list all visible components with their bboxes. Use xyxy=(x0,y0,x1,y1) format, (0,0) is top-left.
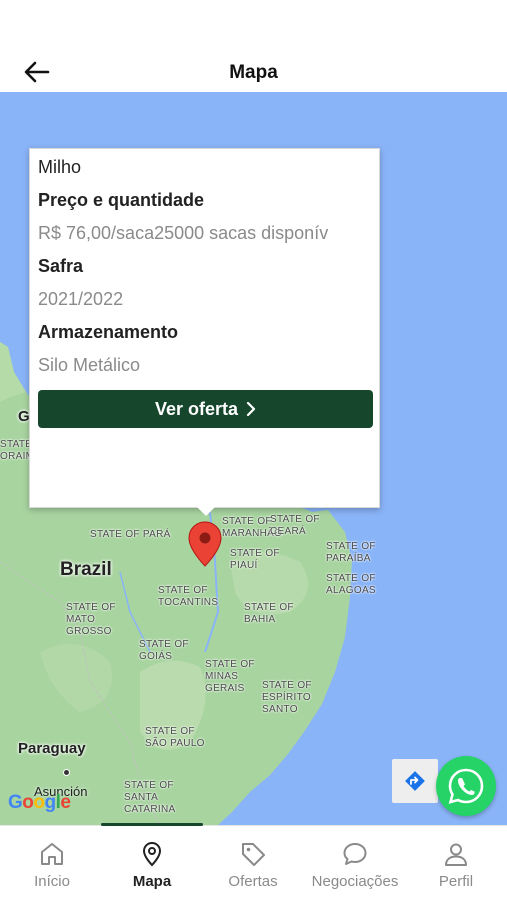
state-label-ceara: STATE OF CEARÁ xyxy=(270,514,320,537)
state-label-alagoas: STATE OF ALAGOAS xyxy=(326,573,376,596)
chevron-right-icon xyxy=(246,402,256,416)
product-name: Milho xyxy=(38,157,82,177)
state-label-paraiba: STATE OF PARAÍBA xyxy=(326,541,376,564)
storage-value: Silo Metálico xyxy=(38,355,141,375)
harvest-heading: Safra xyxy=(38,256,84,276)
tag-icon xyxy=(242,843,265,866)
tab-home[interactable]: Início xyxy=(2,840,102,890)
view-offer-label: Ver oferta xyxy=(154,398,239,419)
directions-button[interactable] xyxy=(392,759,438,803)
state-label-minas-gerais: STATE OF MINAS GERAIS xyxy=(205,659,255,694)
city-dot xyxy=(63,769,70,776)
tab-profile-label: Perfil xyxy=(438,873,474,890)
state-label-tocantins: STATE OF TOCANTINS xyxy=(158,585,219,608)
view-offer-button[interactable]: Ver oferta xyxy=(38,390,373,428)
country-label-brazil: Brazil xyxy=(60,559,112,580)
price-heading: Preço e quantidade xyxy=(38,190,205,210)
user-icon xyxy=(445,843,467,866)
whatsapp-icon xyxy=(448,768,484,804)
directions-icon xyxy=(405,771,425,791)
state-label-goias: STATE OF GOIÁS xyxy=(139,639,189,662)
active-tab-indicator xyxy=(101,823,203,826)
page-title: Mapa xyxy=(229,62,278,83)
tab-map-label: Mapa xyxy=(132,873,172,890)
country-label-partial: G xyxy=(18,408,30,425)
storage-heading: Armazenamento xyxy=(38,322,179,342)
tab-profile[interactable]: Perfil xyxy=(406,840,506,890)
map-pin-icon xyxy=(142,841,162,867)
state-label-espirito-santo: STATE OF ESPÍRITO SANTO xyxy=(262,680,312,715)
state-label-piaui: STATE OF PIAUÍ xyxy=(230,548,280,571)
state-label-para: STATE OF PARÁ xyxy=(90,529,171,540)
tab-offers-label: Ofertas xyxy=(228,873,278,890)
tab-home-label: Início xyxy=(34,873,70,890)
price-value: R$ 76,00/saca25000 sacas disponív xyxy=(38,223,329,243)
state-label-mato-grosso: STATE OF MATO GROSSO xyxy=(66,602,116,637)
bottom-tab-bar: Início Mapa Ofertas Negociações Perfil xyxy=(0,823,507,900)
location-pin-icon[interactable] xyxy=(188,521,222,567)
tab-negotiations[interactable]: Negociações xyxy=(305,840,405,890)
offer-popup: Milho Preço e quantidade R$ 76,00/saca25… xyxy=(29,148,380,516)
map-view[interactable]: STATE ORAIM G STATE OF PARÁ STATE OF MAR… xyxy=(0,92,507,825)
state-label-sao-paulo: STATE OF SÃO PAULO xyxy=(145,726,205,749)
whatsapp-button[interactable] xyxy=(436,756,496,816)
tab-map[interactable]: Mapa xyxy=(102,840,202,890)
state-label-santa-catarina: STATE OF SANTA CATARINA xyxy=(124,780,176,815)
home-icon xyxy=(41,843,63,865)
chat-icon xyxy=(343,843,367,865)
google-attribution: Google xyxy=(8,792,71,813)
country-label-paraguay: Paraguay xyxy=(18,740,86,757)
popup-tail xyxy=(197,507,215,516)
harvest-value: 2021/2022 xyxy=(38,289,124,309)
state-label-bahia: STATE OF BAHIA xyxy=(244,602,294,625)
app-header: Mapa xyxy=(0,0,507,92)
tab-offers[interactable]: Ofertas xyxy=(203,840,303,890)
tab-negotiations-label: Negociações xyxy=(311,873,399,890)
